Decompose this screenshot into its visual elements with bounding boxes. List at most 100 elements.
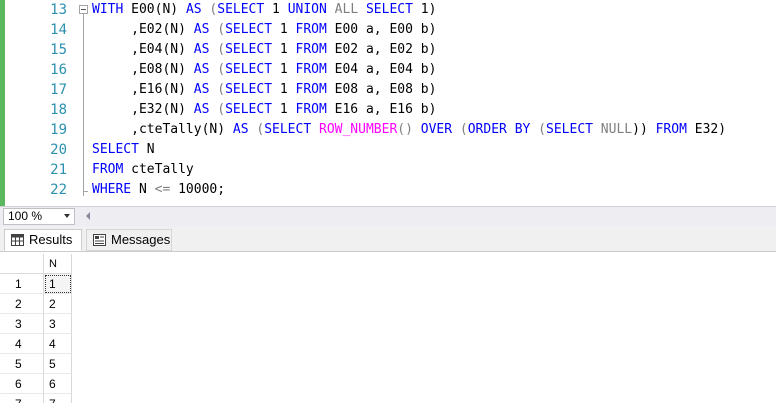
code-token: AS (185, 2, 202, 17)
code-token: SELECT (225, 22, 273, 37)
code-token: 1 (272, 62, 296, 77)
code-token: SELECT (225, 82, 273, 97)
code-token: SELECT (217, 2, 265, 17)
row-number[interactable]: 1 (0, 274, 44, 294)
code-text[interactable]: ,E02(N) AS (SELECT 1 FROM E00 a, E00 b) (92, 20, 436, 40)
code-token: FROM (295, 102, 327, 117)
code-line[interactable]: 16 ,E08(N) AS (SELECT 1 FROM E04 a, E04 … (0, 60, 776, 80)
code-token: AS (193, 22, 210, 37)
code-token: UNION (287, 2, 327, 17)
tab-messages[interactable]: Messages (86, 229, 172, 251)
code-token: ,E32(N) (92, 102, 194, 117)
table-row[interactable]: 2 2 (0, 294, 776, 314)
code-line[interactable]: 14 ,E02(N) AS (SELECT 1 FROM E00 a, E00 … (0, 20, 776, 40)
code-token: WHERE (92, 182, 132, 197)
code-token: () (397, 122, 421, 137)
grid-cell[interactable]: 4 (44, 334, 72, 354)
code-line[interactable]: 13 WITH E00(N) AS (SELECT 1 UNION ALL SE… (0, 0, 776, 20)
code-line[interactable]: 18 ,E32(N) AS (SELECT 1 FROM E16 a, E16 … (0, 100, 776, 120)
code-token: AS (193, 102, 210, 117)
grid-header-row: N (0, 254, 776, 274)
code-line[interactable]: 21 FROM cteTally (0, 160, 776, 180)
code-text[interactable]: ,E32(N) AS (SELECT 1 FROM E16 a, E16 b) (92, 100, 436, 120)
code-token: SELECT (264, 122, 312, 137)
tab-results[interactable]: Results (4, 229, 82, 251)
code-token: SELECT (225, 102, 273, 117)
code-token: ,E16(N) (92, 82, 194, 97)
grid-icon (11, 234, 24, 246)
table-row[interactable]: 6 6 (0, 374, 776, 394)
code-text[interactable]: ,E16(N) AS (SELECT 1 FROM E08 a, E08 b) (92, 80, 436, 100)
table-row[interactable]: 5 5 (0, 354, 776, 374)
code-line[interactable]: 19 ,cteTally(N) AS (SELECT ROW_NUMBER() … (0, 120, 776, 140)
scroll-left-arrow-icon[interactable] (86, 212, 90, 220)
code-token: ( (209, 22, 226, 37)
row-number[interactable]: 5 (0, 354, 44, 374)
outline-guide (79, 40, 89, 60)
code-token: ( (248, 122, 265, 137)
code-line[interactable]: 20 SELECT N (0, 140, 776, 160)
code-text[interactable]: ,cteTally(N) AS (SELECT ROW_NUMBER() OVE… (92, 120, 726, 140)
code-text[interactable]: SELECT N (92, 140, 155, 160)
code-token: AS (193, 82, 210, 97)
table-row[interactable]: 1 1 (0, 274, 776, 294)
code-token: FROM (655, 122, 687, 137)
table-row[interactable]: 3 3 (0, 314, 776, 334)
horizontal-scrollbar[interactable] (82, 210, 772, 223)
table-row[interactable]: 4 4 (0, 334, 776, 354)
grid-cell[interactable]: 7 (44, 394, 72, 403)
row-number[interactable]: 2 (0, 294, 44, 314)
code-token: 1 (272, 82, 296, 97)
code-text[interactable]: ,E04(N) AS (SELECT 1 FROM E02 a, E02 b) (92, 40, 436, 60)
code-token: <= (154, 182, 171, 197)
code-token: 1 (264, 2, 288, 17)
code-token: ROW_NUMBER (319, 122, 398, 137)
table-row[interactable]: 7 7 (0, 394, 776, 403)
code-token: ,E04(N) (92, 42, 194, 57)
code-text[interactable]: WITH E00(N) AS (SELECT 1 UNION ALL SELEC… (92, 0, 436, 20)
results-grid[interactable]: N 1 1 2 2 3 3 4 4 5 5 6 6 7 7 (0, 252, 776, 403)
row-number[interactable]: 6 (0, 374, 44, 394)
grid-corner[interactable] (0, 254, 44, 274)
code-line[interactable]: 22 WHERE N <= 10000; (0, 180, 776, 200)
code-token: WITH (92, 2, 124, 17)
row-number[interactable]: 7 (0, 394, 44, 403)
grid-cell[interactable]: 1 (44, 274, 72, 294)
code-token: ( (209, 82, 226, 97)
collapse-outline-icon[interactable] (79, 0, 89, 20)
code-token: ( (209, 102, 226, 117)
line-number: 22 (50, 182, 67, 198)
grid-cell[interactable]: 3 (44, 314, 72, 334)
code-text[interactable]: WHERE N <= 10000; (92, 180, 225, 200)
code-token: AS (193, 62, 210, 77)
line-number: 14 (50, 22, 67, 38)
code-token: 1) (412, 2, 437, 17)
row-number[interactable]: 4 (0, 334, 44, 354)
code-line[interactable]: 17 ,E16(N) AS (SELECT 1 FROM E08 a, E08 … (0, 80, 776, 100)
code-token: 10000; (170, 182, 226, 197)
code-token: FROM (295, 22, 327, 37)
results-tabs: Results Messages (0, 226, 776, 252)
line-number: 18 (50, 102, 67, 118)
chevron-down-icon[interactable] (64, 214, 70, 218)
code-token: ,E08(N) (92, 62, 194, 77)
code-token: NULL (592, 122, 633, 137)
code-token: ALL (326, 2, 366, 17)
code-line[interactable]: 15 ,E04(N) AS (SELECT 1 FROM E02 a, E02 … (0, 40, 776, 60)
code-token: FROM (295, 42, 327, 57)
outline-guide (79, 160, 89, 180)
column-header-n[interactable]: N (44, 254, 72, 274)
line-number: 20 (50, 142, 67, 158)
grid-cell[interactable]: 5 (44, 354, 72, 374)
zoom-dropdown[interactable]: 100 % (3, 208, 75, 225)
code-token: OVER (420, 122, 453, 137)
grid-cell[interactable]: 6 (44, 374, 72, 394)
grid-cell[interactable]: 2 (44, 294, 72, 314)
row-number[interactable]: 3 (0, 314, 44, 334)
code-token: 1 (272, 42, 296, 57)
code-text[interactable]: FROM cteTally (92, 160, 194, 180)
code-token: SELECT (225, 62, 273, 77)
query-editor[interactable]: 13 WITH E00(N) AS (SELECT 1 UNION ALL SE… (0, 0, 776, 206)
code-text[interactable]: ,E08(N) AS (SELECT 1 FROM E04 a, E04 b) (92, 60, 436, 80)
